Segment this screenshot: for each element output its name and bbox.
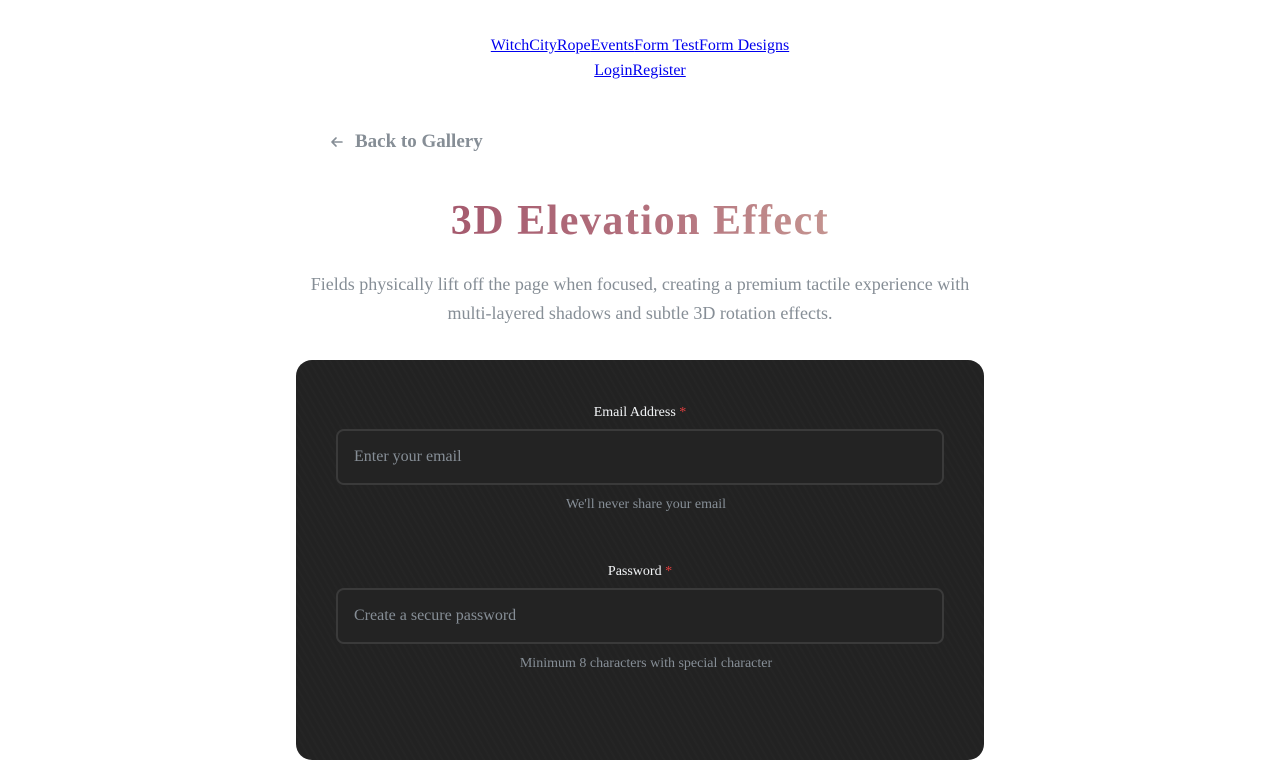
back-to-gallery-link[interactable]: Back to Gallery: [330, 130, 483, 154]
password-help-text: Minimum 8 characters with special charac…: [519, 656, 773, 671]
password-required-mark: *: [665, 564, 673, 579]
form-card: Email Address * We'll never share your e…: [296, 360, 984, 760]
arrow-left-icon: [331, 137, 343, 147]
nav-link-form-test[interactable]: Form Test: [634, 37, 699, 54]
email-required-mark: *: [679, 405, 687, 420]
email-field-group: Email Address * We'll never share your e…: [336, 404, 944, 512]
nav-link-events[interactable]: Events: [591, 37, 635, 54]
nav-link-form-designs[interactable]: Form Designs: [699, 37, 789, 54]
password-input[interactable]: [336, 588, 944, 644]
top-nav-row-primary: WitchCityRopeEventsForm TestForm Designs: [0, 33, 1280, 58]
top-nav: WitchCityRopeEventsForm TestForm Designs…: [0, 33, 1280, 83]
top-nav-row-auth: LoginRegister: [0, 58, 1280, 83]
password-label-text: Password: [607, 564, 662, 579]
email-help-text: We'll never share your email: [566, 497, 726, 512]
page-title-text: 3D Elevation Effect: [450, 198, 830, 244]
nav-link-register[interactable]: Register: [632, 62, 685, 79]
email-label-text: Email Address: [593, 405, 676, 420]
page-subtitle: Fields physically lift off the page when…: [310, 274, 970, 323]
email-input[interactable]: [336, 429, 944, 485]
email-label: Email Address *: [336, 404, 944, 422]
page-title: 3D Elevation Effect: [0, 193, 1280, 249]
nav-link-login[interactable]: Login: [594, 62, 632, 79]
back-to-gallery-label: Back to Gallery: [355, 131, 483, 152]
password-field-group: Password * Minimum 8 characters with spe…: [336, 563, 944, 671]
nav-link-witchcityrope[interactable]: WitchCityRope: [491, 37, 591, 54]
password-label: Password *: [336, 563, 944, 581]
